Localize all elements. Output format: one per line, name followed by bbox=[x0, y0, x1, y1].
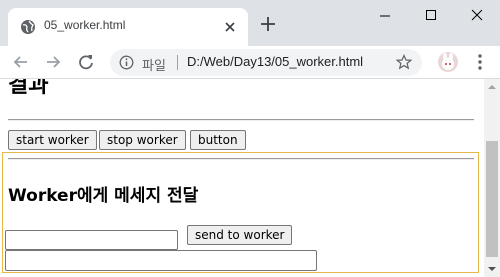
send-to-worker-button[interactable]: send to worker bbox=[187, 225, 293, 245]
result-heading: 결과 bbox=[8, 79, 49, 98]
address-bar[interactable]: 파일 D:/Web/Day13/05_worker.html bbox=[110, 49, 422, 76]
close-window-button[interactable] bbox=[454, 0, 500, 30]
vertical-scrollbar[interactable] bbox=[484, 79, 500, 277]
globe-icon bbox=[21, 20, 35, 34]
minimize-icon bbox=[380, 15, 390, 17]
new-tab-icon[interactable] bbox=[259, 15, 277, 33]
tab-title: 05_worker.html bbox=[44, 18, 126, 32]
scroll-up-arrow-icon[interactable] bbox=[484, 79, 500, 95]
bookmark-star-icon[interactable] bbox=[396, 54, 412, 70]
reload-icon[interactable] bbox=[76, 52, 96, 72]
omnibox-divider bbox=[177, 55, 178, 70]
info-icon[interactable] bbox=[119, 55, 134, 70]
browser-tab[interactable]: 05_worker.html bbox=[8, 8, 248, 46]
message-input[interactable] bbox=[5, 230, 178, 250]
forward-arrow-icon[interactable] bbox=[43, 52, 63, 72]
worker-output-field[interactable] bbox=[5, 250, 317, 271]
profile-avatar[interactable] bbox=[438, 52, 458, 72]
scroll-down-arrow-icon[interactable] bbox=[484, 261, 500, 277]
page-viewport: 결과 start worker stop worker button Worke… bbox=[0, 79, 484, 277]
browser-toolbar: 파일 D:/Web/Day13/05_worker.html bbox=[0, 46, 500, 78]
url-text[interactable]: D:/Web/Day13/05_worker.html bbox=[187, 54, 363, 69]
generic-button[interactable]: button bbox=[190, 130, 246, 150]
section-heading: Worker에게 메세지 전달 bbox=[8, 186, 199, 206]
maximize-button[interactable] bbox=[408, 0, 454, 30]
profile-picture-icon bbox=[442, 53, 454, 70]
kebab-menu-icon[interactable] bbox=[472, 53, 488, 71]
minimize-button[interactable] bbox=[362, 0, 408, 30]
maximize-icon bbox=[426, 10, 436, 20]
start-worker-button[interactable]: start worker bbox=[8, 130, 97, 150]
scrollbar-thumb[interactable] bbox=[486, 141, 498, 257]
horizontal-rule bbox=[8, 119, 474, 121]
back-arrow-icon[interactable] bbox=[11, 52, 31, 72]
close-icon bbox=[471, 9, 483, 21]
scheme-label: 파일 bbox=[142, 59, 166, 74]
close-tab-icon[interactable] bbox=[222, 19, 238, 35]
tab-strip: 05_worker.html bbox=[0, 0, 500, 46]
stop-worker-button[interactable]: stop worker bbox=[99, 130, 186, 150]
section-rule bbox=[8, 158, 474, 160]
